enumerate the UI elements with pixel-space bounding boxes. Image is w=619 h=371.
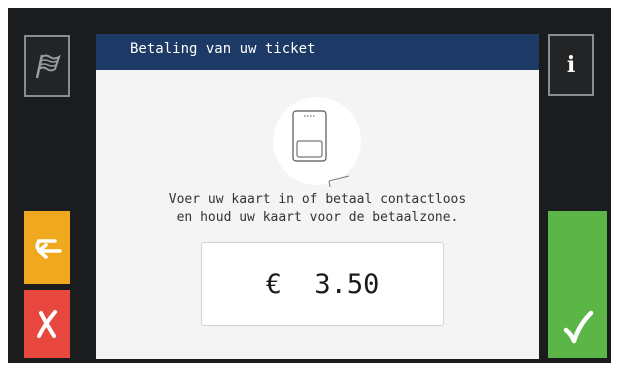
flag-icon bbox=[35, 54, 61, 79]
cancel-button[interactable] bbox=[24, 290, 70, 358]
back-button[interactable] bbox=[24, 211, 70, 284]
payment-panel: Betaling van uw ticket Voer uw kaart in … bbox=[96, 34, 539, 359]
instruction-line-2: en houd uw kaart voor de betaalzone. bbox=[176, 210, 459, 225]
instruction-line-1: Voer uw kaart in of betaal contactloos bbox=[168, 192, 467, 207]
amount-display: € 3.50 bbox=[201, 242, 444, 326]
kiosk-screen: i Betaling van uw ticket Voer uw kaart i… bbox=[8, 8, 611, 363]
currency-symbol: € bbox=[265, 268, 282, 300]
back-arrow-icon bbox=[35, 238, 62, 259]
card-reader-icon bbox=[292, 110, 350, 188]
page-title: Betaling van uw ticket bbox=[96, 34, 539, 70]
language-button[interactable] bbox=[24, 35, 70, 97]
x-icon bbox=[37, 310, 57, 338]
confirm-button[interactable] bbox=[548, 211, 607, 358]
checkmark-icon bbox=[563, 310, 593, 344]
card-reader-illustration bbox=[273, 97, 361, 188]
info-icon: i bbox=[566, 52, 576, 78]
instruction-text: Voer uw kaart in of betaal contactloos e… bbox=[96, 191, 539, 227]
info-button[interactable]: i bbox=[548, 34, 594, 96]
amount-value: 3.50 bbox=[314, 268, 380, 300]
